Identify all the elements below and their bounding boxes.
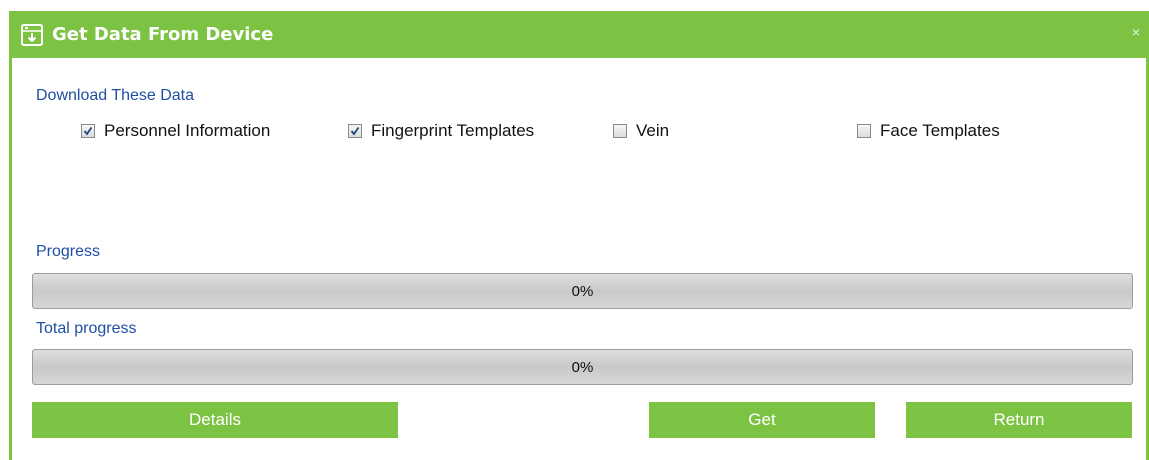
progress-bar: 0% [32,273,1133,309]
return-button[interactable]: Return [906,402,1132,438]
checkbox-box[interactable] [81,124,95,138]
window-title: Get Data From Device [52,24,274,45]
checkbox-label: Personnel Information [104,121,271,140]
details-button[interactable]: Details [32,402,398,438]
checkbox-vein[interactable]: Vein [613,121,669,141]
check-icon [83,126,93,136]
checkbox-label: Face Templates [880,121,1000,140]
check-icon [350,126,360,136]
total-progress-bar: 0% [32,349,1133,385]
total-progress-value: 0% [571,358,594,376]
checkbox-personnel-information[interactable]: Personnel Information [81,121,270,141]
checkbox-fingerprint-templates[interactable]: Fingerprint Templates [348,121,534,141]
download-section-label: Download These Data [36,87,195,104]
total-progress-label: Total progress [36,320,137,337]
checkbox-face-templates[interactable]: Face Templates [857,121,1000,141]
progress-label: Progress [36,243,101,260]
checkbox-label: Vein [636,121,670,140]
checkbox-label: Fingerprint Templates [371,121,535,140]
checkbox-box[interactable] [857,124,871,138]
checkbox-box[interactable] [348,124,362,138]
device-download-icon [21,24,43,46]
checkbox-box[interactable] [613,124,627,138]
get-button[interactable]: Get [649,402,875,438]
close-icon[interactable]: × [1132,25,1140,39]
progress-value: 0% [571,282,594,300]
get-data-dialog: Get Data From Device × Download These Da… [9,11,1149,460]
title-bar[interactable]: Get Data From Device × [12,11,1146,58]
